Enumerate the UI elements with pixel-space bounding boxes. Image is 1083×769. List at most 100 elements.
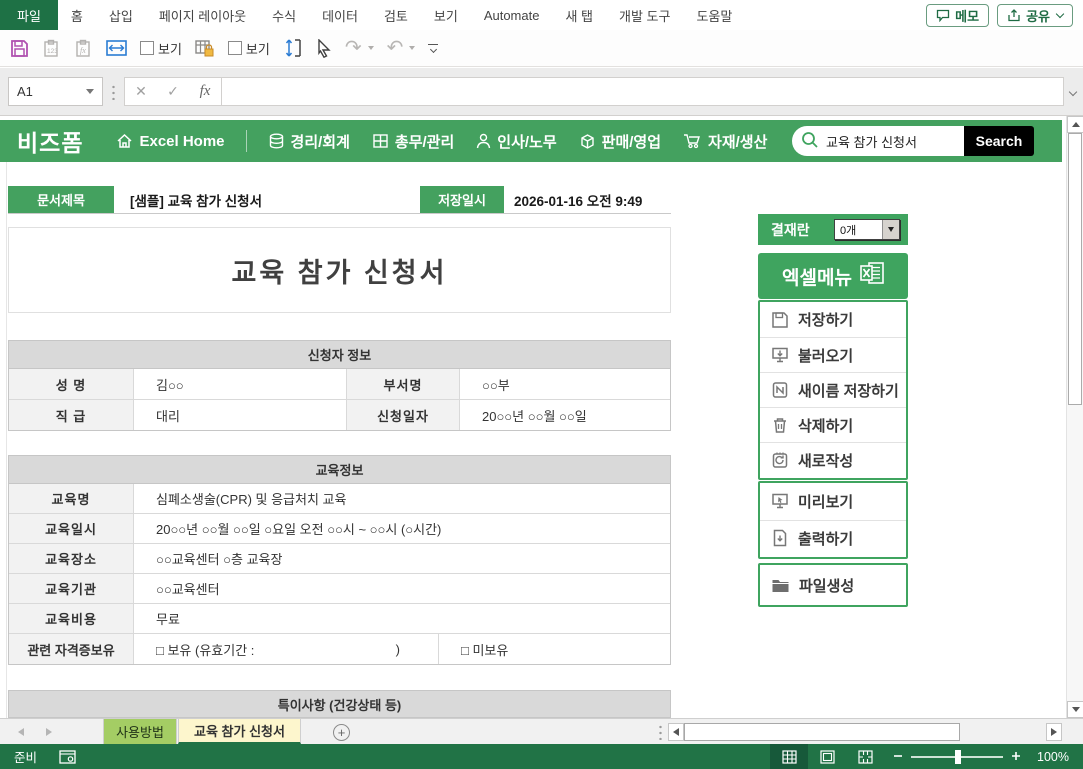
- scroll-up-button[interactable]: [1067, 116, 1083, 133]
- protect-sheet-button[interactable]: [195, 39, 215, 58]
- preview-menu-item[interactable]: 미리보기: [760, 483, 906, 520]
- select-cursor-button[interactable]: [316, 39, 332, 58]
- zoom-slider-thumb[interactable]: [955, 750, 961, 764]
- ribbon-tab-bar: 파일 홈 삽입 페이지 레이아웃 수식 데이터 검토 보기 Automate 새…: [0, 0, 1083, 30]
- name-box[interactable]: A1: [8, 77, 103, 106]
- ribbon-tab-developer[interactable]: 개발 도구: [606, 0, 683, 30]
- create-file-menu-label: 파일생성: [799, 575, 854, 596]
- save-button[interactable]: [10, 39, 29, 58]
- apply-date-cell[interactable]: 20○○년 ○○월 ○○일: [460, 400, 670, 430]
- search-button[interactable]: Search: [964, 126, 1034, 156]
- menu-sales[interactable]: 판매/영업: [579, 131, 661, 152]
- doc-title-value[interactable]: [샘플] 교육 참가 신청서: [130, 186, 262, 213]
- sheet-tab-usage[interactable]: 사용방법: [103, 719, 177, 744]
- name-cell[interactable]: 김○○: [134, 369, 347, 399]
- position-cell[interactable]: 대리: [134, 400, 347, 430]
- search-field: [792, 126, 964, 156]
- excel-menu-group-2: 미리보기 출력하기: [758, 481, 908, 559]
- paste-formulas-button[interactable]: fx: [74, 39, 93, 58]
- certification-nothave-option[interactable]: □ 미보유: [439, 634, 670, 664]
- ribbon-tab-help[interactable]: 도움말: [683, 0, 745, 30]
- menu-admin[interactable]: 총무/관리: [372, 131, 454, 152]
- redo-button[interactable]: ↷: [345, 38, 374, 58]
- database-icon: [268, 133, 285, 149]
- ribbon-tab-page-layout[interactable]: 페이지 레이아웃: [146, 0, 259, 30]
- ribbon-tab-review[interactable]: 검토: [371, 0, 421, 30]
- ribbon-tab-data[interactable]: 데이터: [309, 0, 371, 30]
- view-shortcuts: [770, 744, 884, 769]
- sheet-tab-application-form[interactable]: 교육 참가 신청서: [178, 719, 301, 744]
- department-cell[interactable]: ○○부: [460, 369, 670, 399]
- course-place-cell[interactable]: ○○교육센터 ○층 교육장: [134, 544, 670, 573]
- search-icon: [801, 131, 819, 152]
- table-row: 직 급 대리 신청일자 20○○년 ○○월 ○○일: [9, 400, 670, 430]
- comments-button[interactable]: 메모: [926, 4, 989, 27]
- menu-materials[interactable]: 자재/생산: [683, 131, 767, 152]
- ribbon-tab-formulas[interactable]: 수식: [259, 0, 309, 30]
- save-as-menu-item[interactable]: 새이름 저장하기: [760, 372, 906, 407]
- view-checkbox-2[interactable]: 보기: [228, 39, 270, 58]
- normal-view-button[interactable]: [770, 744, 808, 769]
- new-sheet-button[interactable]: +: [333, 724, 350, 741]
- expand-formula-bar-icon[interactable]: [1069, 87, 1077, 95]
- course-provider-cell[interactable]: ○○교육센터: [134, 574, 670, 603]
- customize-qat-button[interactable]: [428, 44, 438, 53]
- scroll-left-button[interactable]: [668, 723, 684, 741]
- search-input[interactable]: [826, 134, 946, 149]
- certification-have-option[interactable]: □ 보유 (유효기간 : ): [134, 634, 439, 664]
- dropdown-button[interactable]: [882, 220, 899, 239]
- approval-count-dropdown[interactable]: 0개: [834, 219, 900, 240]
- zoom-level[interactable]: 100%: [1029, 750, 1069, 764]
- paste-values-button[interactable]: 123: [42, 39, 61, 58]
- horizontal-scrollbar[interactable]: [668, 723, 1062, 741]
- next-sheet-button[interactable]: [46, 728, 52, 736]
- undo-button[interactable]: ↶: [387, 38, 416, 58]
- page-layout-view-button[interactable]: [808, 744, 846, 769]
- menu-hr[interactable]: 인사/노무: [476, 131, 556, 152]
- ribbon-tab-new-tab[interactable]: 새 탭: [552, 0, 606, 30]
- insert-function-button[interactable]: fx: [189, 83, 221, 100]
- scroll-right-button[interactable]: [1046, 723, 1062, 741]
- horizontal-scrollbar-thumb[interactable]: [684, 723, 960, 741]
- comments-label: 메모: [955, 6, 979, 25]
- zoom-in-button[interactable]: [1011, 749, 1021, 764]
- menu-accounting[interactable]: 경리/회계: [268, 131, 350, 152]
- page-break-view-button[interactable]: [846, 744, 884, 769]
- row-height-button[interactable]: [283, 38, 303, 58]
- vertical-scrollbar-thumb[interactable]: [1068, 133, 1082, 405]
- notes-section-header: 특이사항 (건강상태 등): [8, 690, 671, 718]
- course-datetime-cell[interactable]: 20○○년 ○○월 ○○일 ○요일 오전 ○○시 ~ ○○시 (○시간): [134, 514, 670, 543]
- course-fee-cell[interactable]: 무료: [134, 604, 670, 633]
- delete-menu-item[interactable]: 삭제하기: [760, 407, 906, 442]
- create-file-menu-item[interactable]: 파일생성: [760, 565, 906, 605]
- formula-input[interactable]: [222, 77, 1064, 106]
- bizform-logo[interactable]: 비즈폼: [17, 124, 83, 158]
- autofit-width-button[interactable]: [106, 39, 127, 57]
- table-row: 교육명 심폐소생술(CPR) 및 응급처치 교육: [9, 484, 670, 514]
- scroll-down-button[interactable]: [1067, 701, 1083, 718]
- prev-sheet-button[interactable]: [18, 728, 24, 736]
- course-provider-label: 교육기관: [9, 574, 134, 603]
- formula-bar-divider: [112, 84, 115, 100]
- ribbon-tab-automate[interactable]: Automate: [471, 0, 553, 30]
- print-menu-item[interactable]: 출력하기: [760, 520, 906, 557]
- enter-button[interactable]: ✓: [157, 83, 189, 100]
- ribbon-tab-file[interactable]: 파일: [0, 0, 58, 30]
- view-checkbox-1[interactable]: 보기: [140, 39, 182, 58]
- certification-have-close: ): [396, 642, 400, 657]
- ribbon-tab-insert[interactable]: 삽입: [96, 0, 146, 30]
- vertical-scrollbar[interactable]: [1066, 116, 1083, 718]
- ribbon-tab-home[interactable]: 홈: [58, 0, 96, 30]
- course-name-cell[interactable]: 심폐소생술(CPR) 및 응급처치 교육: [134, 484, 670, 513]
- share-button[interactable]: 공유: [997, 4, 1073, 27]
- zoom-out-button[interactable]: [893, 749, 903, 764]
- zoom-slider[interactable]: [911, 756, 1003, 758]
- new-document-menu-item[interactable]: 새로작성: [760, 442, 906, 477]
- excel-home-link[interactable]: Excel Home: [116, 133, 224, 150]
- macro-record-icon[interactable]: [59, 750, 76, 764]
- cancel-button[interactable]: ✕: [125, 83, 157, 100]
- save-menu-item[interactable]: 저장하기: [760, 302, 906, 337]
- delete-menu-label: 삭제하기: [798, 415, 853, 436]
- load-menu-item[interactable]: 불러오기: [760, 337, 906, 372]
- ribbon-tab-view[interactable]: 보기: [421, 0, 471, 30]
